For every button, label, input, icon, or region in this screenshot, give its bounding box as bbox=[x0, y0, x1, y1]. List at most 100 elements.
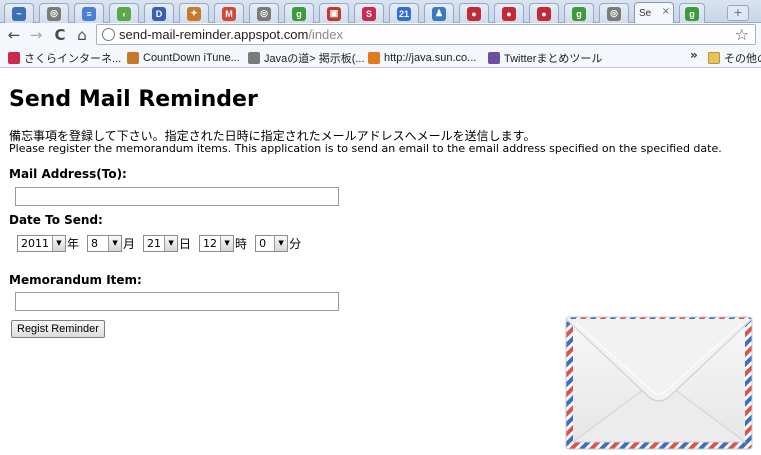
day-value: 21 bbox=[147, 236, 162, 250]
hour-value: 12 bbox=[203, 236, 218, 250]
page-globe-icon bbox=[102, 28, 115, 41]
bookmarks-bar: » その他の さくらインターネ... CountDown iTune... Java… bbox=[0, 47, 761, 68]
globe-icon: ◎ bbox=[257, 6, 271, 21]
browser-tab[interactable]: ● bbox=[494, 3, 524, 23]
mail-address-label: Mail Address(To): bbox=[9, 167, 127, 181]
browser-tab[interactable]: 21 bbox=[389, 3, 419, 23]
month-value: 8 bbox=[91, 236, 99, 250]
airmail-envelope-icon bbox=[565, 316, 753, 450]
url-host: send-mail-reminder.appspot.com bbox=[119, 27, 309, 42]
people-icon: ♟ bbox=[432, 6, 446, 21]
browser-tab[interactable]: ● bbox=[529, 3, 559, 23]
bookmark-item[interactable]: Javaの道> 掲示板(... bbox=[248, 50, 365, 65]
java-icon bbox=[368, 51, 380, 64]
bookmark-item[interactable]: CountDown iTune... bbox=[127, 50, 240, 65]
chevron-down-icon[interactable]: ▼ bbox=[52, 235, 65, 251]
year-unit: 年 bbox=[67, 236, 80, 251]
document-icon: ≡ bbox=[82, 6, 96, 21]
bookmark-label: http://java.sun.co... bbox=[384, 51, 477, 64]
tab-strip: ~ ◎ ≡ ‹ D ✦ M ◎ g ▣ S 21 ♟ ● ● ● g ◎ Se × g + bbox=[0, 0, 761, 23]
gmail-icon: M bbox=[222, 6, 236, 21]
address-bar[interactable]: send-mail-reminder.appspot.com/index ☆ bbox=[96, 24, 756, 45]
mascot-icon bbox=[127, 51, 139, 64]
browser-tab[interactable]: M bbox=[214, 3, 244, 23]
chevron-down-icon[interactable]: ▼ bbox=[274, 235, 288, 251]
bookmark-label: さくらインターネ... bbox=[24, 52, 122, 65]
month-select[interactable]: 8 ▼ bbox=[87, 234, 123, 252]
owl-icon bbox=[488, 51, 500, 64]
bookmark-item[interactable]: Twitterまとめツール bbox=[488, 50, 602, 65]
chart-icon: ~ bbox=[12, 6, 26, 21]
mail-address-input[interactable] bbox=[15, 187, 339, 206]
reload-icon[interactable]: C bbox=[51, 26, 69, 44]
globe-icon: ◎ bbox=[607, 6, 621, 21]
browser-tab[interactable]: ● bbox=[459, 3, 489, 23]
red-square-icon: ▣ bbox=[327, 6, 341, 21]
bookmark-star-icon[interactable]: ☆ bbox=[735, 25, 749, 44]
browser-toolbar: ← → C ⌂ send-mail-reminder.appspot.com/i… bbox=[0, 23, 761, 47]
browser-tab[interactable]: g bbox=[284, 3, 314, 23]
hour-unit: 時 bbox=[235, 236, 248, 251]
back-arrow-icon[interactable]: ← bbox=[5, 26, 23, 44]
folder-icon bbox=[708, 51, 720, 64]
google-icon: g bbox=[685, 6, 699, 21]
tag-icon: ‹ bbox=[117, 6, 131, 21]
bookmarks-overflow-chevron-icon[interactable]: » bbox=[690, 48, 698, 62]
close-tab-icon[interactable]: × bbox=[662, 6, 670, 17]
browser-tab[interactable]: ‹ bbox=[109, 3, 139, 23]
browser-tab[interactable]: ▣ bbox=[319, 3, 349, 23]
chevron-down-icon[interactable]: ▼ bbox=[220, 235, 234, 251]
browser-tab[interactable]: ♟ bbox=[424, 3, 454, 23]
other-bookmarks-folder[interactable]: その他の bbox=[708, 50, 761, 65]
calendar-icon: 21 bbox=[397, 6, 411, 21]
day-unit: 日 bbox=[179, 236, 192, 251]
minute-value: 0 bbox=[259, 236, 267, 250]
memorandum-item-input[interactable] bbox=[15, 292, 339, 311]
browser-tab[interactable]: ✦ bbox=[179, 3, 209, 23]
description-english: Please register the memorandum items. Th… bbox=[9, 142, 722, 155]
minute-select[interactable]: 0 ▼ bbox=[255, 234, 289, 252]
browser-tab[interactable]: ◎ bbox=[249, 3, 279, 23]
home-icon[interactable]: ⌂ bbox=[73, 26, 91, 44]
regist-reminder-button[interactable]: Regist Reminder bbox=[11, 320, 105, 338]
browser-tab[interactable]: g bbox=[679, 3, 705, 23]
sakura-icon bbox=[8, 51, 20, 64]
chevron-down-icon[interactable]: ▼ bbox=[164, 235, 178, 251]
chevron-down-icon[interactable]: ▼ bbox=[108, 235, 122, 251]
globe-icon: ◎ bbox=[47, 6, 61, 21]
forward-arrow-icon[interactable]: → bbox=[27, 26, 45, 44]
d-icon: D bbox=[152, 6, 166, 21]
browser-tab[interactable]: ◎ bbox=[599, 3, 629, 23]
red-circle-icon: ● bbox=[467, 6, 481, 21]
browser-tab[interactable]: ≡ bbox=[74, 3, 104, 23]
bookmark-item[interactable]: http://java.sun.co... bbox=[368, 50, 476, 65]
month-unit: 月 bbox=[123, 236, 136, 251]
date-time-selector: 2011 ▼ 年 8 ▼ 月 21 ▼ 日 12 ▼ 時 0 ▼ 分 bbox=[17, 234, 306, 252]
sakura-icon: S bbox=[362, 6, 376, 21]
bookmark-label: Twitterまとめツール bbox=[504, 52, 603, 65]
bookmark-label: Javaの道> 掲示板(... bbox=[264, 52, 365, 65]
active-tab-title: Se bbox=[639, 7, 652, 19]
google-icon: g bbox=[292, 6, 306, 21]
url-text: send-mail-reminder.appspot.com/index bbox=[119, 27, 343, 42]
google-icon: g bbox=[572, 6, 586, 21]
new-tab-button[interactable]: + bbox=[727, 5, 749, 21]
memorandum-item-label: Memorandum Item: bbox=[9, 273, 142, 287]
year-select[interactable]: 2011 ▼ bbox=[17, 234, 66, 252]
minute-unit: 分 bbox=[289, 236, 302, 251]
other-bookmarks-label: その他の bbox=[724, 52, 761, 65]
browser-tab[interactable]: g bbox=[564, 3, 594, 23]
browser-tab[interactable]: ~ bbox=[4, 3, 34, 23]
browser-tab[interactable]: S bbox=[354, 3, 384, 23]
year-value: 2011 bbox=[21, 236, 49, 250]
hour-select[interactable]: 12 ▼ bbox=[199, 234, 235, 252]
bookmark-item[interactable]: さくらインターネ... bbox=[8, 50, 121, 65]
red-circle-icon: ● bbox=[502, 6, 516, 21]
day-select[interactable]: 21 ▼ bbox=[143, 234, 179, 252]
browser-tab-active[interactable]: Se × bbox=[634, 2, 674, 23]
red-circle-icon: ● bbox=[537, 6, 551, 21]
browser-tab[interactable]: ◎ bbox=[39, 3, 69, 23]
globe-icon bbox=[248, 51, 260, 64]
date-to-send-label: Date To Send: bbox=[9, 213, 103, 227]
browser-tab[interactable]: D bbox=[144, 3, 174, 23]
